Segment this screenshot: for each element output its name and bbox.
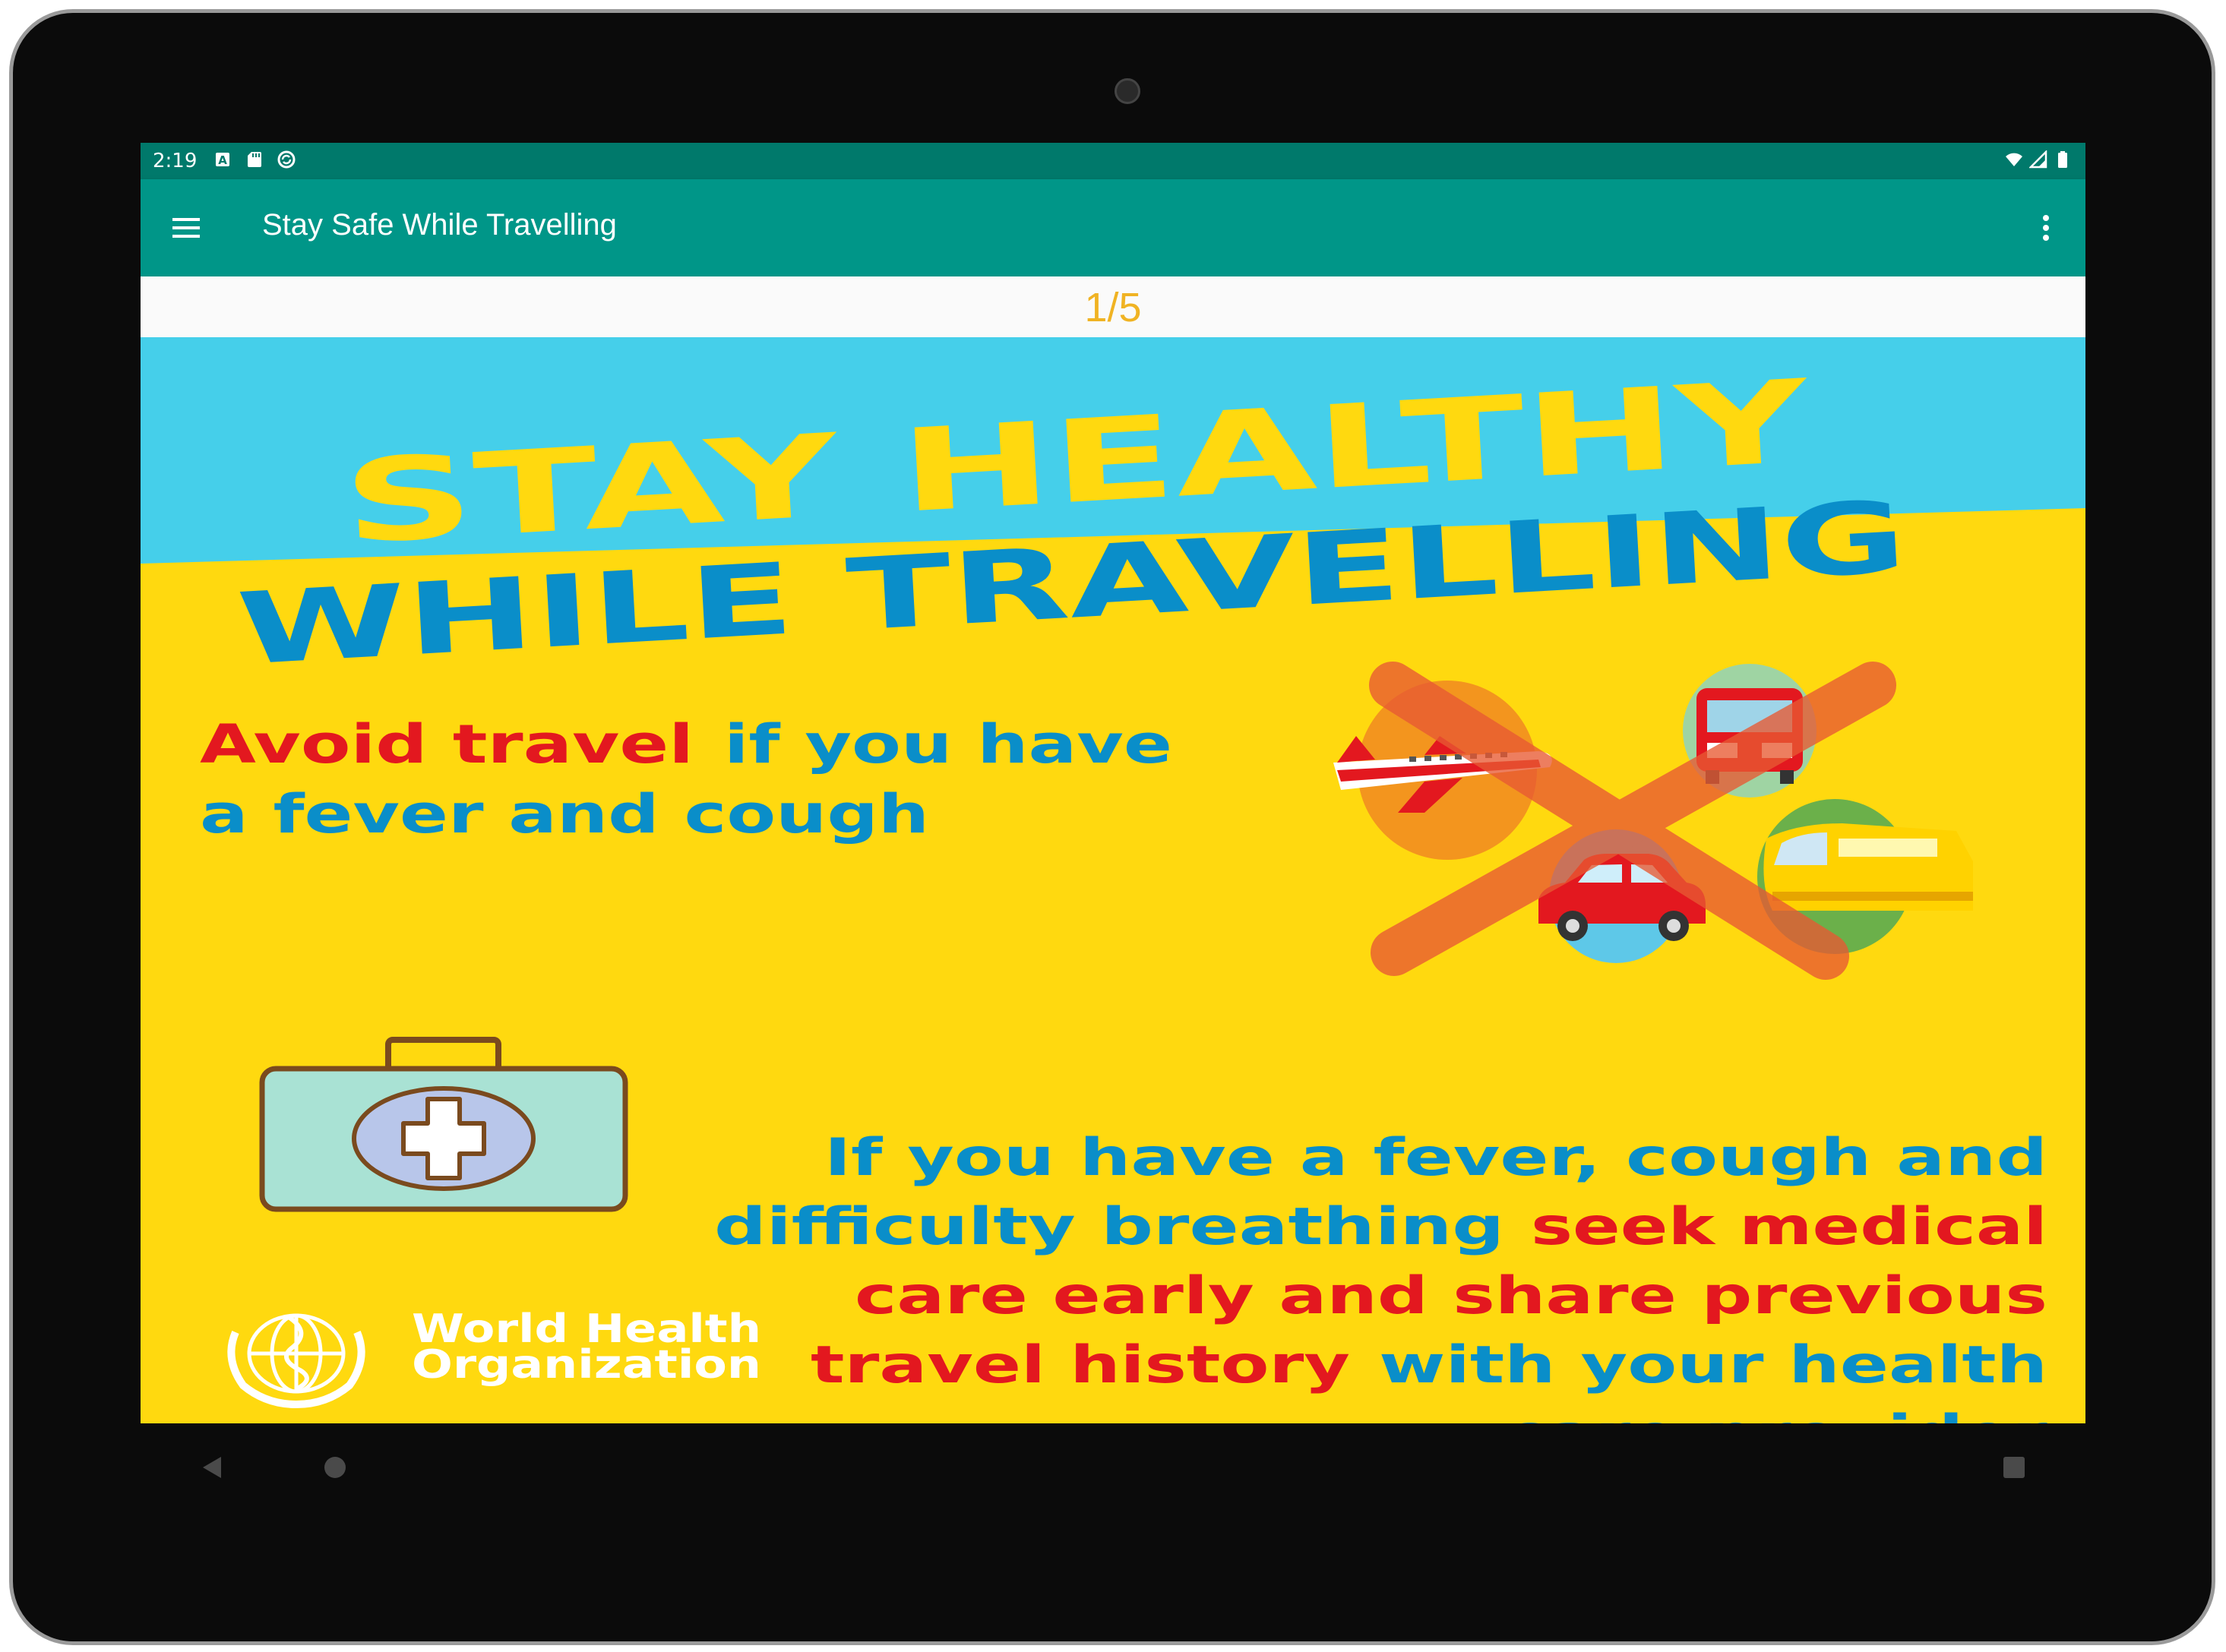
if-you-have-text: if you have [724, 713, 1172, 775]
wifi-icon [2006, 153, 2022, 166]
seek-care-block: If you have a fever, cough and difficult… [714, 1128, 2048, 1423]
status-time: 2:19 [153, 150, 198, 172]
seek-line-4-blue: with your health [1379, 1335, 2047, 1395]
page-indicator: 1/5 [1084, 285, 1142, 330]
recents-icon[interactable] [2000, 1454, 2028, 1481]
page-indicator-bar: 1/5 [141, 276, 2085, 337]
a-notification-icon: A [216, 153, 229, 167]
screen: 2:19 A Stay Safe While Travelling 1/5 ST… [141, 143, 2085, 1423]
status-bar: 2:19 A [141, 143, 2085, 179]
seek-line-2-red: seek medical [1531, 1197, 2047, 1257]
sd-card-icon [248, 152, 261, 167]
who-name-line-2: Organization [412, 1342, 761, 1388]
seek-line-5: care provider [1504, 1404, 2048, 1423]
poster-image[interactable]: STAY HEALTHY WHILE TRAVELLING Avoid trav… [141, 337, 2085, 1423]
cell-signal-icon [2029, 150, 2047, 169]
avoid-travel-text: Avoid travel [200, 713, 694, 775]
app-bar: Stay Safe While Travelling [141, 179, 2085, 276]
battery-icon [2058, 151, 2067, 168]
seek-line-2-blue: difficulty breathing [714, 1197, 1504, 1257]
status-icons-right [2005, 150, 2072, 169]
seek-line-1: If you have a fever, cough and [824, 1128, 2047, 1188]
seek-line-3: care early and share previous [855, 1266, 2047, 1326]
status-icons-left: A [213, 150, 296, 169]
seek-line-4-red: travel history [811, 1335, 1350, 1395]
sync-circle-icon [277, 150, 296, 169]
svg-text:A: A [218, 153, 227, 167]
home-icon[interactable] [321, 1454, 349, 1481]
system-nav-bar [141, 1423, 2085, 1522]
app-title: Stay Safe While Travelling [262, 208, 617, 242]
hamburger-menu-icon[interactable] [168, 210, 204, 246]
front-camera [1115, 78, 1140, 104]
more-vert-icon[interactable] [2037, 210, 2055, 246]
back-icon[interactable] [200, 1454, 224, 1481]
fever-and-cough-text: a fever and cough [200, 783, 929, 845]
